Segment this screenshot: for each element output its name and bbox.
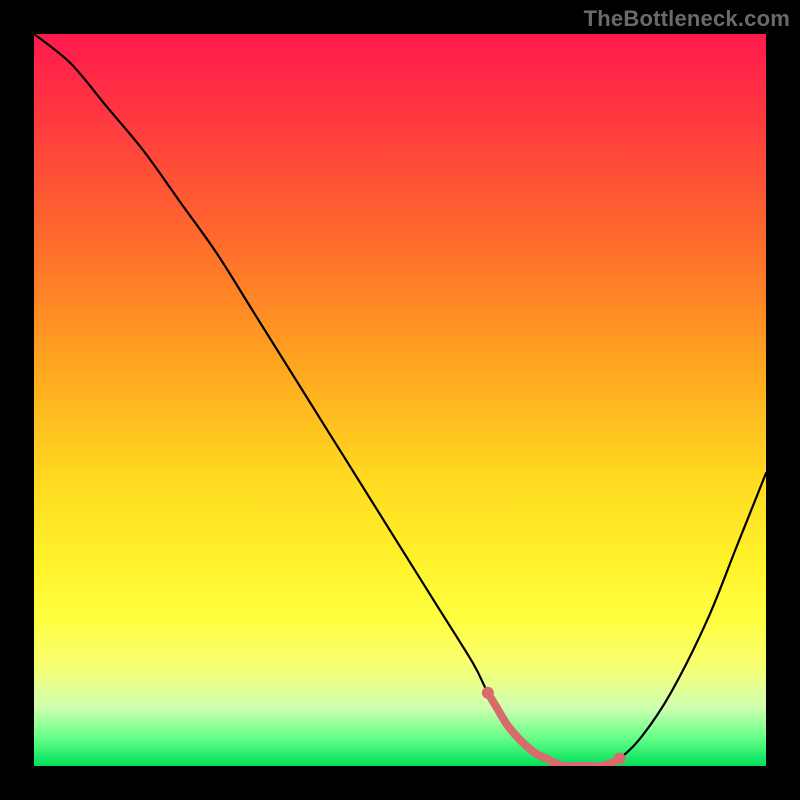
watermark-text: TheBottleneck.com (584, 6, 790, 32)
optimal-zone-marker-left (482, 687, 494, 699)
curve-svg (34, 34, 766, 766)
plot-area (34, 34, 766, 766)
bottleneck-curve-line (34, 34, 766, 766)
optimal-zone-highlight (488, 693, 620, 766)
optimal-zone-marker-right (614, 753, 626, 765)
chart-frame: TheBottleneck.com (0, 0, 800, 800)
